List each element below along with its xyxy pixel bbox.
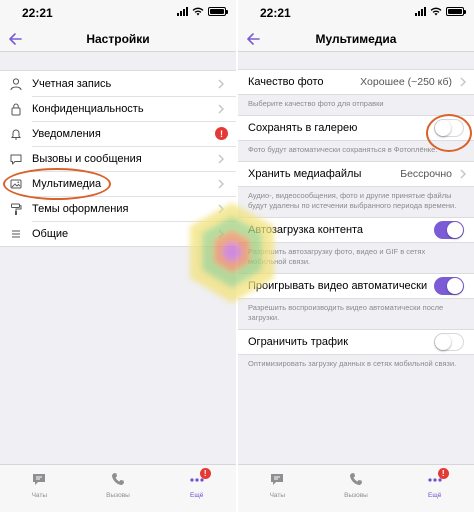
tab-calls[interactable]: Вызовы	[317, 465, 396, 512]
paint-roller-icon	[0, 196, 32, 221]
status-time: 22:21	[260, 6, 291, 20]
photo-quality-label: Качество фото	[248, 76, 324, 88]
autoplay-label: Проигрывать видео автоматически	[248, 280, 428, 292]
image-icon	[0, 171, 32, 196]
chevron-right-icon	[460, 169, 466, 179]
tab-label: Ещё	[428, 492, 442, 499]
chevron-right-icon	[218, 204, 224, 213]
keep-media-row[interactable]: Хранить медиафайлы Бессрочно	[238, 161, 474, 187]
list-icon	[0, 221, 32, 246]
chat-bubble-icon	[0, 146, 32, 171]
photo-quality-row[interactable]: Качество фото Хорошее (~250 кб)	[238, 69, 474, 95]
tab-calls[interactable]: Вызовы	[79, 465, 158, 512]
tab-more[interactable]: ! Ещё	[157, 465, 236, 512]
signal-icon	[177, 7, 188, 16]
lock-icon	[0, 96, 32, 121]
settings-list: Учетная запись Конфиденциальность Уведом…	[0, 70, 236, 247]
settings-item-label: Учетная запись	[32, 77, 112, 90]
nav-bar: Настройки	[0, 26, 236, 52]
tab-bar: Чаты Вызовы ! Ещё	[238, 464, 474, 512]
status-time: 22:21	[22, 6, 53, 20]
wifi-icon	[430, 7, 442, 16]
limit-traffic-label: Ограничить трафик	[248, 336, 349, 348]
autoplay-toggle[interactable]	[434, 277, 464, 295]
keep-media-note: Аудио-, видеосообщения, фото и другие пр…	[248, 191, 457, 210]
settings-item-multimedia[interactable]: Мультимедиа	[0, 171, 236, 196]
autoload-note: Разрешить автозагрузку фото, видео и GIF…	[248, 247, 426, 266]
settings-item-label: Общие	[32, 227, 69, 240]
settings-item-general[interactable]: Общие	[0, 221, 236, 246]
multimedia-screen: 22:21 Мультимедиа Качество фото Хорошее …	[238, 0, 474, 512]
photo-quality-note: Выберите качество фото для отправки	[248, 99, 384, 108]
nav-bar: Мультимедиа	[238, 26, 474, 52]
chats-icon	[271, 474, 284, 485]
save-to-gallery-note: Фото будут автоматически сохраняться в Ф…	[248, 145, 438, 154]
autoload-row: Автозагрузка контента	[238, 217, 474, 243]
autoplay-row: Проигрывать видео автоматически	[238, 273, 474, 299]
tab-chats[interactable]: Чаты	[238, 465, 317, 512]
autoload-toggle[interactable]	[434, 221, 464, 239]
keep-media-value: Бессрочно	[400, 168, 452, 180]
tab-label: Чаты	[269, 492, 286, 499]
settings-item-privacy[interactable]: Конфиденциальность	[0, 96, 236, 121]
status-bar: 22:21	[0, 0, 236, 26]
alert-badge: !	[199, 468, 211, 479]
settings-item-label: Темы оформления	[32, 202, 129, 215]
keep-media-label: Хранить медиафайлы	[248, 168, 362, 180]
autoplay-note: Разрешить воспроизводить видео автоматич…	[248, 303, 444, 322]
signal-icon	[415, 7, 426, 16]
alert-badge: !	[437, 468, 449, 479]
tab-label: Вызовы	[106, 492, 130, 499]
phone-icon	[350, 473, 362, 485]
tab-label: Ещё	[190, 492, 204, 499]
settings-item-label: Вызовы и сообщения	[32, 152, 142, 165]
page-title: Мультимедиа	[315, 32, 397, 46]
chevron-right-icon	[218, 179, 224, 188]
chevron-right-icon	[218, 104, 224, 113]
settings-item-calls-messages[interactable]: Вызовы и сообщения	[0, 146, 236, 171]
chevron-right-icon	[218, 79, 224, 88]
settings-item-themes[interactable]: Темы оформления	[0, 196, 236, 221]
save-to-gallery-label: Сохранять в галерею	[248, 122, 358, 134]
page-title: Настройки	[86, 32, 150, 46]
settings-screen: 22:21 Настройки Учетная запись Конфиденц…	[0, 0, 236, 512]
autoload-label: Автозагрузка контента	[248, 224, 364, 236]
limit-traffic-note: Оптимизировать загрузку данных в сетях м…	[248, 359, 457, 368]
settings-item-label: Мультимедиа	[32, 177, 102, 190]
chevron-right-icon	[460, 77, 466, 87]
limit-traffic-row: Ограничить трафик	[238, 329, 474, 355]
phone-icon	[112, 473, 124, 485]
tab-bar: Чаты Вызовы ! Ещё	[0, 464, 236, 512]
settings-item-label: Уведомления	[32, 127, 101, 140]
save-to-gallery-row: Сохранять в галерею	[238, 115, 474, 141]
tab-chats[interactable]: Чаты	[0, 465, 79, 512]
person-icon	[0, 71, 32, 96]
tab-label: Чаты	[31, 492, 48, 499]
wifi-icon	[192, 7, 204, 16]
limit-traffic-toggle[interactable]	[434, 333, 464, 351]
chevron-right-icon	[218, 229, 224, 238]
save-to-gallery-toggle[interactable]	[434, 119, 464, 137]
tab-label: Вызовы	[344, 492, 368, 499]
photo-quality-value: Хорошее (~250 кб)	[360, 76, 452, 88]
settings-item-label: Конфиденциальность	[32, 102, 144, 115]
tab-more[interactable]: ! Ещё	[395, 465, 474, 512]
status-bar: 22:21	[238, 0, 474, 26]
alert-badge: !	[215, 127, 228, 140]
settings-item-account[interactable]: Учетная запись	[0, 71, 236, 96]
battery-icon	[208, 7, 228, 16]
chats-icon	[33, 474, 46, 485]
battery-icon	[446, 7, 466, 16]
bell-icon	[0, 121, 32, 146]
settings-item-notifications[interactable]: Уведомления !	[0, 121, 236, 146]
chevron-right-icon	[218, 154, 224, 163]
